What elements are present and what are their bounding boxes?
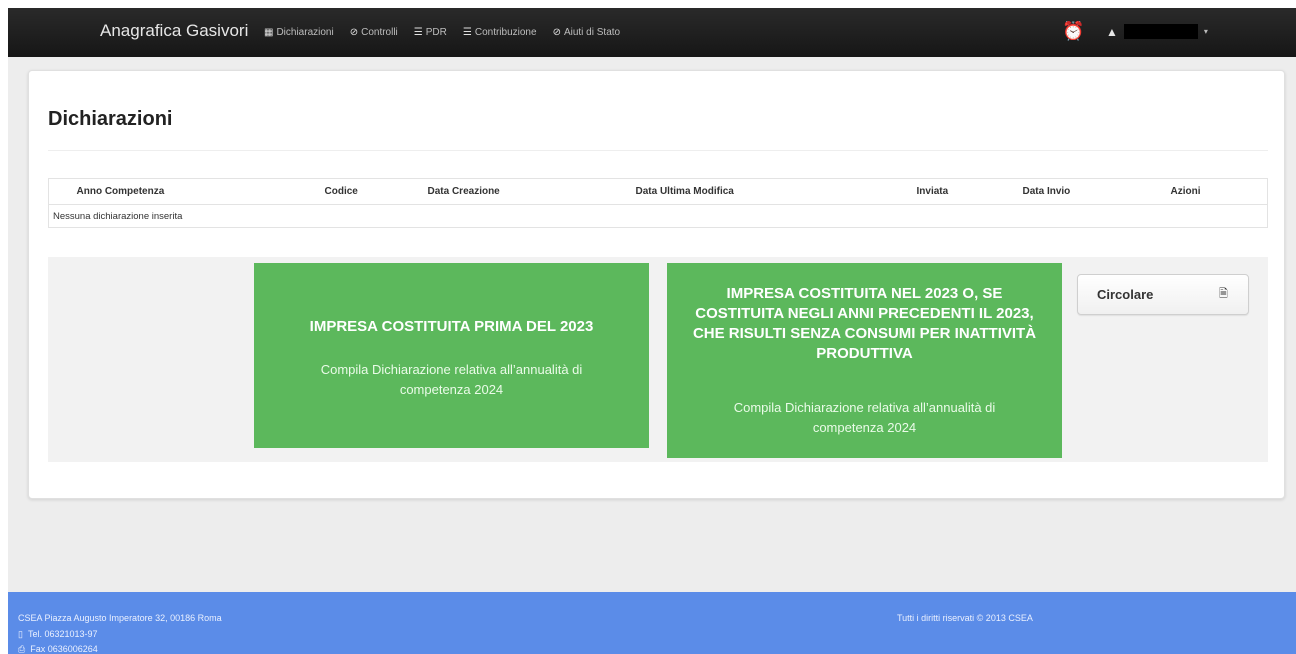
list-icon: ▦	[264, 27, 274, 38]
nav-item-label: Dichiarazioni	[276, 27, 334, 38]
phone-icon: ▯	[18, 629, 23, 639]
chevron-down-icon: ▾	[1203, 27, 1208, 36]
nav-menu: ▦ Dichiarazioni ⊘ Controlli ☰ PDR ☰ Cont…	[264, 8, 636, 57]
card-impresa-nel-2023[interactable]: IMPRESA COSTITUITA NEL 2023 O, SE COSTIT…	[667, 263, 1062, 458]
nav-item-controlli[interactable]: ⊘ Controlli	[350, 8, 398, 57]
app-viewport: Anagrafica Gasivori ▦ Dichiarazioni ⊘ Co…	[8, 8, 1296, 654]
user-menu[interactable]: ▲ ▾	[1106, 24, 1208, 39]
check-circle-icon: ⊘	[552, 27, 561, 38]
circolare-button[interactable]: Circolare 🗎	[1077, 274, 1249, 315]
footer-phone: ▯ Tel. 06321013-97	[18, 629, 98, 640]
column-header-anno-competenza[interactable]: Anno Competenza	[76, 178, 325, 205]
column-header-codice[interactable]: Codice	[324, 178, 428, 205]
footer-phone-text: Tel. 06321013-97	[27, 629, 98, 639]
column-header-spacer	[48, 178, 77, 205]
check-circle-icon: ⊘	[349, 27, 359, 38]
divider	[48, 150, 1268, 151]
footer-fax: ⎙ Fax 0636006264	[18, 644, 98, 654]
column-header-data-creazione[interactable]: Data Creazione	[427, 178, 636, 205]
footer-copyright: Tutti i diritti riservati © 2013 CSEA	[897, 613, 1033, 623]
footer-fax-text: Fax 0636006264	[30, 644, 98, 654]
card-impresa-prima-2023[interactable]: IMPRESA COSTITUITA PRIMA DEL 2023 Compil…	[254, 263, 649, 448]
nav-item-pdr[interactable]: ☰ PDR	[414, 8, 447, 57]
column-header-data-invio[interactable]: Data Invio	[1022, 178, 1171, 205]
alarm-clock-icon[interactable]: ⏰	[1062, 21, 1084, 42]
declarations-table: Anno Competenza Codice Data Creazione Da…	[48, 178, 1268, 228]
column-header-azioni: Azioni	[1170, 178, 1268, 205]
nav-item-dichiarazioni[interactable]: ▦ Dichiarazioni	[264, 8, 334, 57]
footer: CSEA Piazza Augusto Imperatore 32, 00186…	[8, 592, 1296, 654]
column-header-data-ultima-modifica[interactable]: Data Ultima Modifica	[635, 178, 917, 205]
nav-item-label: PDR	[425, 27, 447, 38]
nav-item-label: Contribuzione	[474, 27, 537, 38]
table-row: Nessuna dichiarazione inserita	[49, 205, 1268, 228]
top-navbar: Anagrafica Gasivori ▦ Dichiarazioni ⊘ Co…	[8, 8, 1296, 57]
card-subtitle: Compila Dichiarazione relativa all’annua…	[320, 362, 583, 397]
user-name-redacted	[1123, 24, 1198, 39]
nav-item-label: Controlli	[361, 27, 398, 38]
card-title: IMPRESA COSTITUITA PRIMA DEL 2023	[309, 318, 594, 335]
printer-icon: ⎙	[18, 644, 26, 654]
brand-link[interactable]: Anagrafica Gasivori	[100, 21, 248, 41]
card-subtitle: Compila Dichiarazione relativa all’annua…	[733, 400, 996, 435]
empty-table-message: Nessuna dichiarazione inserita	[53, 210, 183, 222]
list-icon: ☰	[462, 27, 472, 38]
footer-address: CSEA Piazza Augusto Imperatore 32, 00186…	[18, 613, 222, 623]
user-icon: ▲	[1106, 24, 1118, 39]
nav-item-aiuti-di-stato[interactable]: ⊘ Aiuti di Stato	[553, 8, 621, 57]
card-title: IMPRESA COSTITUITA NEL 2023 O, SE COSTIT…	[692, 285, 1037, 362]
nav-item-label: Aiuti di Stato	[563, 27, 621, 38]
column-header-inviata[interactable]: Inviata	[916, 178, 1023, 205]
cards-area: IMPRESA COSTITUITA PRIMA DEL 2023 Compil…	[48, 257, 1268, 462]
table-header-row: Anno Competenza Codice Data Creazione Da…	[48, 178, 1268, 205]
page-title: Dichiarazioni	[48, 108, 173, 130]
main-panel: Dichiarazioni Anno Competenza Codice Dat…	[28, 70, 1285, 499]
nav-item-contribuzione[interactable]: ☰ Contribuzione	[463, 8, 537, 57]
circolare-label: Circolare	[1097, 287, 1154, 302]
file-icon: 🗎	[1219, 288, 1228, 300]
list-icon: ☰	[413, 27, 423, 38]
